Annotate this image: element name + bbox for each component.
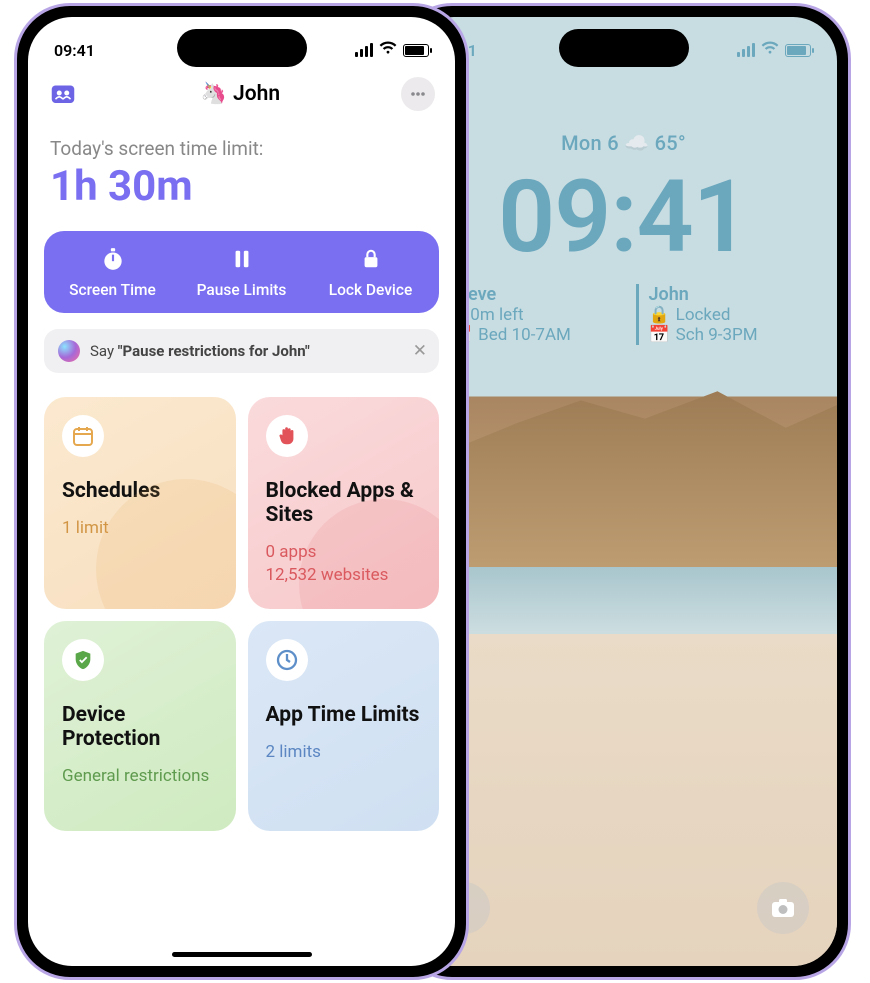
- screen-time-button[interactable]: Screen Time: [48, 245, 177, 299]
- pause-limits-button[interactable]: Pause Limits: [177, 245, 306, 299]
- action-label: Screen Time: [69, 281, 156, 299]
- card-schedules[interactable]: Schedules 1 limit: [44, 397, 236, 609]
- card-blocked-apps[interactable]: Blocked Apps & Sites 0 apps 12,532 websi…: [248, 397, 440, 609]
- status-icons: [737, 41, 811, 59]
- widget-row: 📅Bed 10-7AM: [451, 325, 612, 345]
- camera-button[interactable]: [757, 882, 809, 934]
- widget-row: 🔒Locked: [649, 305, 810, 325]
- cellular-icon: [355, 43, 373, 57]
- card-title: App Time Limits: [266, 703, 422, 727]
- lock-content: Mon 6 ☁️ 65° 09:41 Steve ⏱0m left 📅Bed 1…: [410, 69, 837, 345]
- card-subtitle: General restrictions: [62, 765, 218, 788]
- more-button[interactable]: [401, 77, 435, 111]
- dynamic-island: [177, 29, 307, 67]
- profile-name-text: John: [233, 82, 280, 106]
- battery-icon: [785, 44, 811, 57]
- card-subtitle: 2 limits: [266, 741, 422, 764]
- limit-value: 1h 30m: [50, 162, 433, 211]
- widget-john[interactable]: John 🔒Locked 📅Sch 9-3PM: [636, 284, 810, 345]
- hand-stop-icon: [266, 415, 308, 457]
- widget-row: 📅Sch 9-3PM: [649, 325, 810, 345]
- card-subtitle: 0 apps 12,532 websites: [266, 541, 422, 587]
- card-device-protection[interactable]: Device Protection General restrictions: [44, 621, 236, 831]
- wifi-icon: [379, 41, 397, 59]
- lock-icon: 🔒: [649, 305, 670, 325]
- shield-check-icon: [62, 639, 104, 681]
- lock-time: 09:41: [410, 159, 837, 276]
- lock-date: Mon 6 ☁️ 65°: [410, 131, 837, 155]
- wifi-icon: [761, 41, 779, 59]
- siri-suggestion[interactable]: Say "Pause restrictions for John" ✕: [44, 329, 439, 373]
- card-title: Blocked Apps & Sites: [266, 479, 422, 527]
- feature-grid: Schedules 1 limit Blocked Apps & Sites 0…: [28, 373, 455, 831]
- widget-name: Steve: [451, 284, 612, 305]
- siri-icon: [58, 340, 80, 362]
- widget-row: ⏱0m left: [451, 305, 612, 325]
- app-screen: 09:41 🦄 John Today's screen time l: [28, 17, 455, 966]
- profile-emoji: 🦄: [201, 82, 227, 106]
- calendar-icon: [62, 415, 104, 457]
- stopwatch-icon: [99, 245, 127, 273]
- action-label: Lock Device: [329, 281, 413, 299]
- status-time: 09:41: [54, 41, 95, 60]
- dynamic-island: [559, 29, 689, 67]
- quick-action-bar: Screen Time Pause Limits Lock Device: [44, 231, 439, 313]
- phone-app-frame: 09:41 🦄 John Today's screen time l: [14, 3, 469, 980]
- status-icons: [355, 41, 429, 59]
- widget-name: John: [649, 284, 810, 305]
- battery-icon: [403, 44, 429, 57]
- pause-icon: [228, 245, 256, 273]
- home-indicator[interactable]: [172, 952, 312, 957]
- app-header: 🦄 John: [28, 69, 455, 119]
- lock-widgets: Steve ⏱0m left 📅Bed 10-7AM John 🔒Locked …: [438, 284, 809, 345]
- card-title: Device Protection: [62, 703, 218, 751]
- profiles-button-icon[interactable]: [48, 78, 80, 110]
- screen-time-summary: Today's screen time limit: 1h 30m: [28, 119, 455, 211]
- card-app-time-limits[interactable]: App Time Limits 2 limits: [248, 621, 440, 831]
- cellular-icon: [737, 43, 755, 57]
- timer-icon: [266, 639, 308, 681]
- profile-name[interactable]: 🦄 John: [201, 82, 280, 106]
- siri-text: Say "Pause restrictions for John": [90, 342, 310, 360]
- lock-screen: 09:41 Mon 6 ☁️ 65° 09:41 Steve ⏱0m left …: [410, 17, 837, 966]
- action-label: Pause Limits: [197, 281, 287, 299]
- close-icon[interactable]: ✕: [413, 341, 427, 361]
- limit-label: Today's screen time limit:: [50, 137, 433, 160]
- lock-icon: [357, 245, 385, 273]
- card-subtitle: 1 limit: [62, 517, 218, 540]
- card-title: Schedules: [62, 479, 218, 503]
- lock-device-button[interactable]: Lock Device: [306, 245, 435, 299]
- calendar-icon: 📅: [649, 325, 670, 345]
